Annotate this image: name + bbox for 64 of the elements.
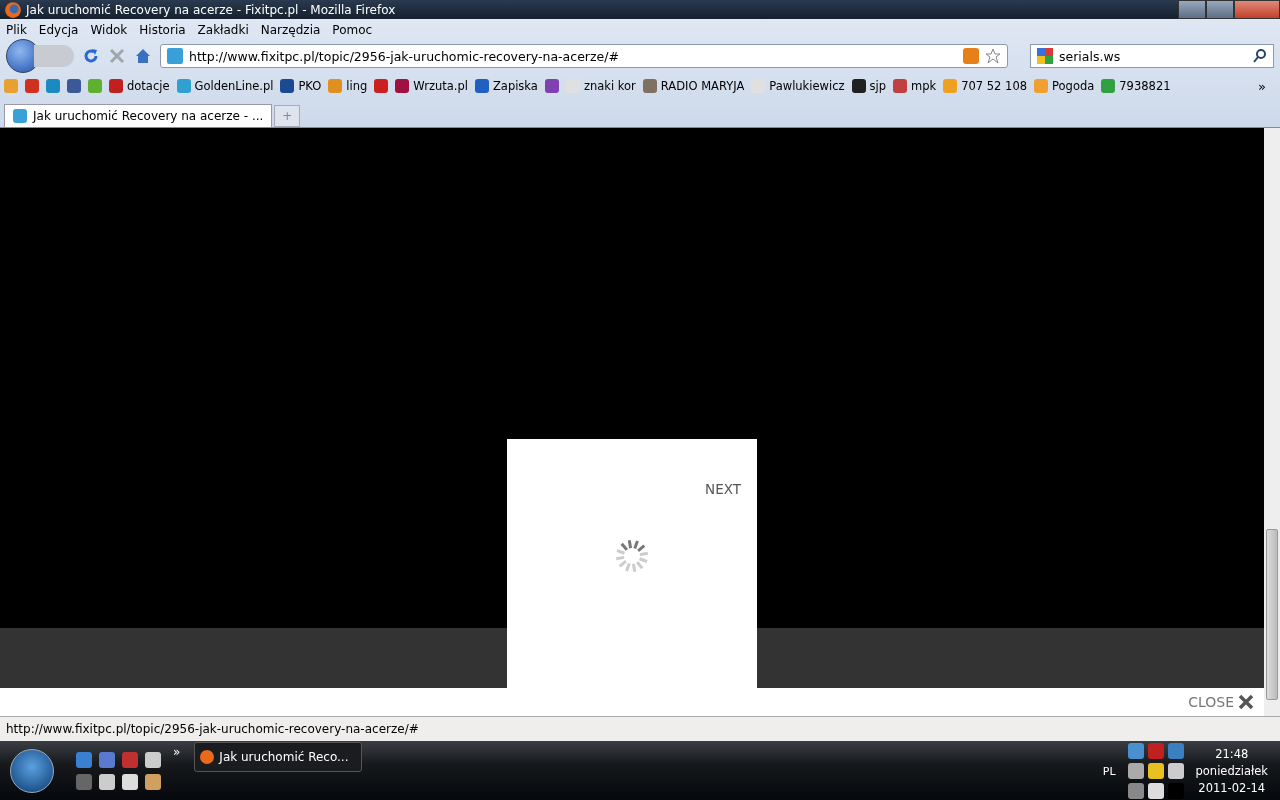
close-button[interactable] bbox=[1234, 0, 1280, 19]
quick-launch-icon[interactable] bbox=[76, 774, 92, 790]
minimize-button[interactable] bbox=[1178, 0, 1206, 19]
stop-icon[interactable] bbox=[108, 47, 126, 65]
menu-item[interactable]: Edycja bbox=[38, 22, 79, 37]
bookmark-icon[interactable] bbox=[67, 79, 81, 93]
quick-launch-icon[interactable] bbox=[99, 774, 115, 790]
start-button[interactable] bbox=[10, 749, 54, 793]
bookmark-icon[interactable] bbox=[544, 79, 559, 93]
bookmark-item[interactable]: 707 52 108 bbox=[943, 79, 1028, 93]
clock[interactable]: 21:48 poniedziałek 2011-02-14 bbox=[1195, 747, 1268, 795]
bookmark-item[interactable]: dotacje bbox=[109, 79, 170, 93]
bookmark-item[interactable]: GoldenLine.pl bbox=[176, 79, 274, 93]
home-icon[interactable] bbox=[134, 47, 152, 65]
taskbar-button[interactable]: Jak uruchomić Reco... bbox=[194, 742, 363, 772]
bookmarks-more[interactable]: » bbox=[1258, 78, 1276, 94]
quick-launch-icon[interactable] bbox=[99, 752, 115, 768]
menu-item[interactable]: Narzędzia bbox=[260, 22, 321, 37]
star-icon[interactable] bbox=[985, 48, 1001, 64]
bookmark-icon[interactable] bbox=[374, 79, 389, 93]
menu-item[interactable]: Zakładki bbox=[197, 22, 249, 37]
rss-icon[interactable] bbox=[963, 48, 979, 64]
tray-icon[interactable] bbox=[1167, 763, 1184, 779]
bookmark-item[interactable]: sjp bbox=[851, 79, 886, 93]
bookmark-item[interactable]: Pogoda bbox=[1034, 79, 1095, 93]
search-field[interactable]: serials.ws bbox=[1030, 44, 1274, 68]
tray-icon[interactable] bbox=[1147, 783, 1164, 799]
next-link[interactable]: NEXT bbox=[705, 481, 741, 497]
bookmark-item[interactable]: ling bbox=[328, 79, 368, 93]
bookmark-item[interactable]: Pawlukiewicz bbox=[751, 79, 845, 93]
tray-icon[interactable] bbox=[1127, 763, 1144, 779]
address-field[interactable]: http://www.fixitpc.pl/topic/2956-jak-uruchomic-recovery-na-acerze/# bbox=[160, 44, 1008, 68]
bookmark-item[interactable]: PKO bbox=[280, 79, 322, 93]
bookmark-item[interactable]: 7938821 bbox=[1101, 79, 1171, 93]
window-title: Jak uruchomić Recovery na acerze - Fixitpc.pl - Mozilla Firefox bbox=[26, 2, 397, 17]
language-indicator[interactable]: PL bbox=[1102, 764, 1116, 778]
quick-launch-icon[interactable] bbox=[122, 752, 138, 768]
menu-item[interactable]: Pomoc bbox=[332, 22, 373, 37]
quick-launch-icon[interactable] bbox=[76, 752, 92, 768]
bookmark-item[interactable]: Zapiska bbox=[474, 79, 538, 93]
site-icon bbox=[167, 48, 183, 64]
menu-item[interactable]: Historia bbox=[139, 22, 186, 37]
menu-item[interactable]: Plik bbox=[6, 22, 27, 37]
maximize-button[interactable] bbox=[1206, 0, 1234, 19]
loading-spinner-icon bbox=[616, 540, 648, 572]
google-icon bbox=[1037, 48, 1053, 64]
bookmark-item[interactable]: RADIO MARYJA bbox=[642, 79, 745, 93]
quick-launch-icon[interactable] bbox=[145, 774, 161, 790]
menu-item[interactable]: Widok bbox=[90, 22, 128, 37]
quick-launch-more[interactable]: » bbox=[173, 745, 181, 759]
firefox-icon bbox=[4, 0, 22, 19]
tray-icon[interactable] bbox=[1147, 763, 1164, 779]
close-link[interactable]: CLOSE bbox=[1188, 694, 1254, 710]
scrollbar[interactable] bbox=[1264, 128, 1280, 716]
browser-tab[interactable]: Jak uruchomić Recovery na acerze - ... bbox=[4, 104, 273, 127]
close-icon bbox=[1238, 694, 1254, 710]
quick-launch-icon[interactable] bbox=[122, 774, 138, 790]
quick-launch-icon[interactable] bbox=[145, 752, 161, 768]
bookmark-item[interactable]: mpk bbox=[893, 79, 937, 93]
bookmark-item[interactable]: Wrzuta.pl bbox=[395, 79, 468, 93]
bookmark-item[interactable]: znaki kor bbox=[565, 79, 636, 93]
search-icon[interactable] bbox=[1253, 49, 1267, 63]
status-text: http://www.fixitpc.pl/topic/2956-jak-uruchomic-recovery-na-acerze/# bbox=[6, 722, 419, 736]
reload-icon[interactable] bbox=[82, 47, 100, 65]
